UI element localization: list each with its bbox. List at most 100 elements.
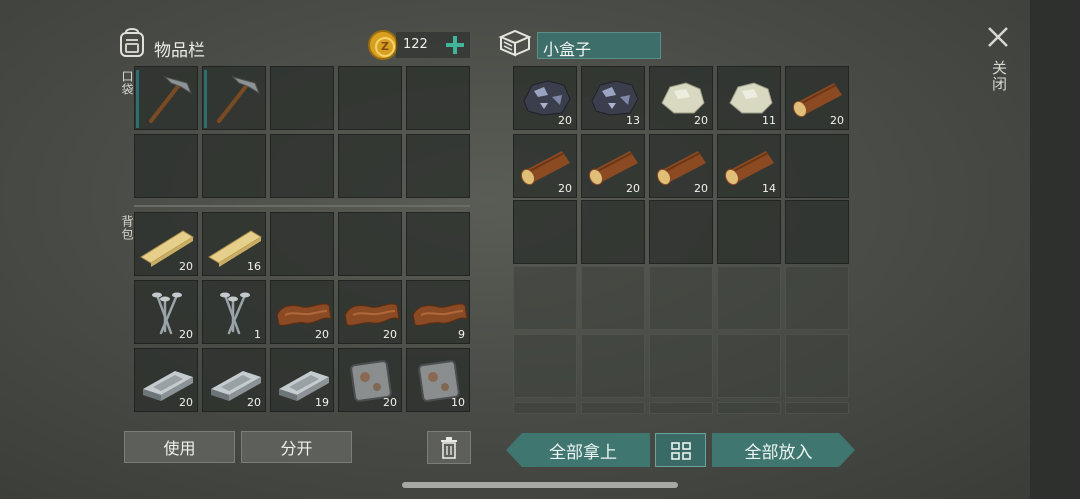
delete-button[interactable] <box>427 431 471 464</box>
item-quantity: 20 <box>558 182 572 195</box>
item-quantity: 20 <box>247 396 261 409</box>
coin-icon: Z <box>368 30 398 60</box>
box-slot[interactable]: 11 <box>717 66 781 130</box>
item-quantity: 20 <box>626 182 640 195</box>
item-quantity: 20 <box>383 396 397 409</box>
locked-box-slot <box>717 334 781 398</box>
pocket-slot[interactable] <box>134 134 198 198</box>
item-quantity: 9 <box>458 328 465 341</box>
backpack-slot[interactable]: 20 <box>338 280 402 344</box>
split-button-label: 分开 <box>280 439 313 458</box>
item-quantity: 20 <box>179 328 193 341</box>
backpack-slot[interactable]: 9 <box>406 280 470 344</box>
locked-box-slot <box>717 266 781 330</box>
box-slot[interactable] <box>649 200 713 264</box>
locked-box-slot <box>649 402 713 414</box>
put-all-label: 全部放入 <box>744 442 813 463</box>
box-slot[interactable]: 20 <box>513 134 577 198</box>
box-slot[interactable]: 20 <box>649 134 713 198</box>
pocket-slot[interactable] <box>202 66 266 130</box>
item-quantity: 11 <box>762 114 776 127</box>
backpack-slot[interactable]: 20 <box>134 212 198 276</box>
box-slot[interactable]: 13 <box>581 66 645 130</box>
locked-box-slot <box>513 402 577 414</box>
pocket-slot[interactable] <box>338 66 402 130</box>
pocket-slot[interactable] <box>406 66 470 130</box>
pocket-slot[interactable] <box>338 134 402 198</box>
backpack-slot[interactable]: 1 <box>202 280 266 344</box>
locked-box-slot <box>581 402 645 414</box>
locked-box-slot <box>513 266 577 330</box>
backpack-slot[interactable]: 10 <box>406 348 470 412</box>
right-edge-strip <box>1030 0 1080 499</box>
grid-sort-icon <box>671 442 691 460</box>
item-quantity: 16 <box>247 260 261 273</box>
put-all-button[interactable]: 全部放入 <box>712 433 855 467</box>
home-indicator[interactable] <box>402 482 678 488</box>
backpack-slot[interactable]: 19 <box>270 348 334 412</box>
box-name-text: 小盒子 <box>543 40 592 59</box>
backpack-slot[interactable] <box>338 212 402 276</box>
item-quantity: 19 <box>315 396 329 409</box>
backpack-slot[interactable]: 20 <box>134 348 198 412</box>
pocket-slot[interactable] <box>134 66 198 130</box>
item-quantity: 1 <box>254 328 261 341</box>
locked-box-slot <box>717 402 781 414</box>
box-slot[interactable] <box>581 200 645 264</box>
pocket-slot[interactable] <box>202 134 266 198</box>
locked-box-slot <box>785 334 849 398</box>
split-button[interactable]: 分开 <box>241 431 352 463</box>
backpack-slot[interactable]: 16 <box>202 212 266 276</box>
item-quantity: 20 <box>830 114 844 127</box>
item-quantity: 20 <box>179 260 193 273</box>
backpack-slot[interactable]: 20 <box>270 280 334 344</box>
pickaxe-icon <box>203 67 267 131</box>
locked-box-slot <box>785 266 849 330</box>
box-slot[interactable] <box>785 134 849 198</box>
trash-icon <box>441 436 457 459</box>
locked-box-slot <box>581 334 645 398</box>
take-all-label: 全部拿上 <box>549 442 617 463</box>
locked-box-slot <box>581 266 645 330</box>
backpack-slot[interactable]: 20 <box>134 280 198 344</box>
item-quantity: 20 <box>694 182 708 195</box>
box-slot[interactable] <box>513 200 577 264</box>
box-slot[interactable]: 20 <box>581 134 645 198</box>
box-slot[interactable] <box>717 200 781 264</box>
backpack-icon <box>120 28 144 57</box>
item-quantity: 14 <box>762 182 776 195</box>
box-name-field[interactable]: 小盒子 <box>537 32 661 59</box>
section-divider <box>134 205 470 207</box>
box-slot[interactable]: 14 <box>717 134 781 198</box>
close-label[interactable]: 关闭 <box>989 60 1010 92</box>
backpack-slot[interactable]: 20 <box>202 348 266 412</box>
use-button[interactable]: 使用 <box>124 431 235 463</box>
item-quantity: 13 <box>626 114 640 127</box>
item-quantity: 20 <box>179 396 193 409</box>
add-coins-plus-icon[interactable] <box>444 34 466 56</box>
use-button-label: 使用 <box>163 439 196 458</box>
box-slot[interactable]: 20 <box>785 66 849 130</box>
backpack-slot[interactable] <box>406 212 470 276</box>
pocket-slot[interactable] <box>270 66 334 130</box>
take-all-button[interactable]: 全部拿上 <box>506 433 650 467</box>
backpack-slot[interactable]: 20 <box>338 348 402 412</box>
locked-box-slot <box>649 334 713 398</box>
locked-box-slot <box>785 402 849 414</box>
box-slot[interactable]: 20 <box>513 66 577 130</box>
locked-box-slot <box>513 334 577 398</box>
box-slot[interactable] <box>785 200 849 264</box>
item-quantity: 10 <box>451 396 465 409</box>
sort-button[interactable] <box>655 433 706 467</box>
item-quantity: 20 <box>383 328 397 341</box>
item-quantity: 20 <box>694 114 708 127</box>
pocket-slot[interactable] <box>270 134 334 198</box>
locked-box-slot <box>649 266 713 330</box>
close-icon[interactable] <box>986 25 1010 49</box>
backpack-slot[interactable] <box>270 212 334 276</box>
item-quantity: 20 <box>558 114 572 127</box>
pocket-slot[interactable] <box>406 134 470 198</box>
pickaxe-icon <box>135 67 199 131</box>
box-icon <box>498 29 532 57</box>
box-slot[interactable]: 20 <box>649 66 713 130</box>
